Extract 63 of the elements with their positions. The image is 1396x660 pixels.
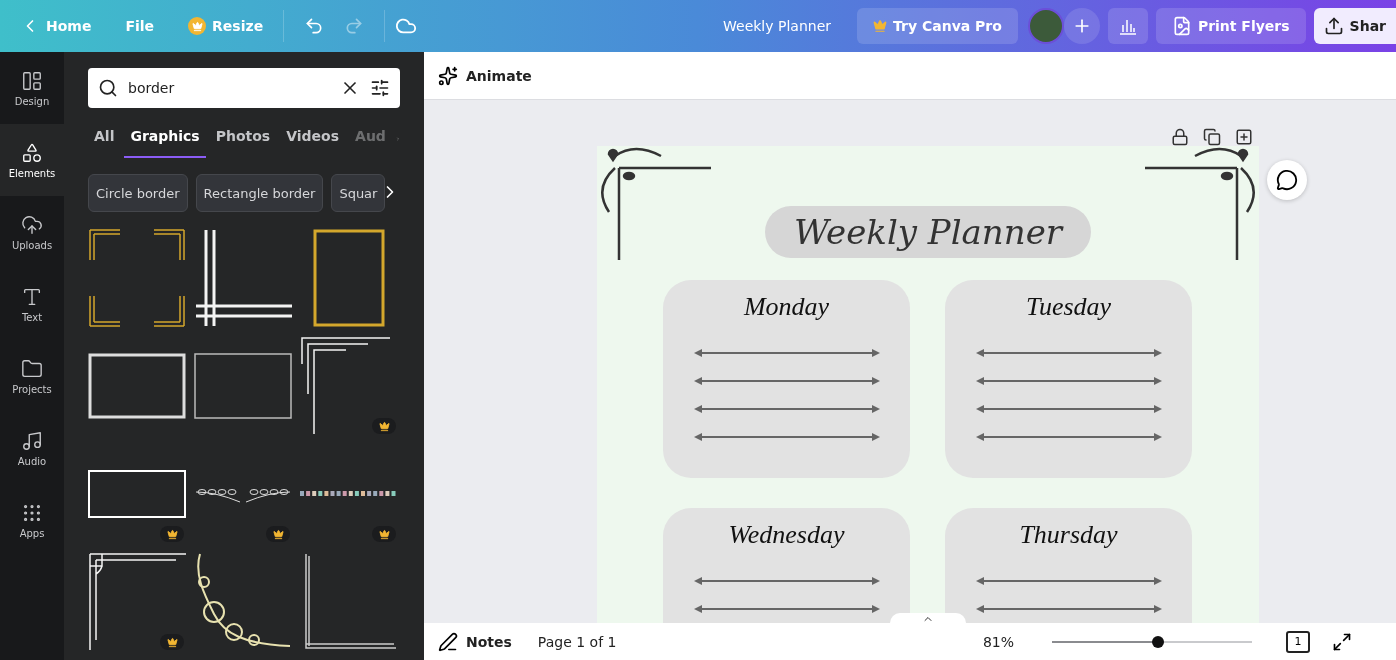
premium-badge: [266, 526, 290, 542]
animate-icon: [438, 65, 458, 86]
sidebar-item[interactable]: Elements: [0, 124, 64, 196]
premium-badge: [160, 634, 184, 650]
sidebar-item[interactable]: Text: [0, 268, 64, 340]
suggestion-chip[interactable]: Squar: [331, 174, 386, 212]
print-flyers-button[interactable]: Print Flyers: [1155, 8, 1306, 44]
zoom-percent[interactable]: 81%: [982, 633, 1014, 650]
folder-icon: [21, 357, 43, 380]
fullscreen-icon[interactable]: [1332, 631, 1352, 652]
double-line-graphic[interactable]: [194, 228, 292, 328]
dotted-divider-graphic[interactable]: [300, 491, 398, 497]
corner-brackets-graphic[interactable]: [88, 228, 186, 328]
animate-button[interactable]: Animate: [466, 67, 532, 84]
zoom-slider[interactable]: [1052, 634, 1252, 649]
notes-icon: [438, 631, 458, 652]
tab[interactable]: Graphics: [124, 120, 206, 158]
search-bar[interactable]: border: [88, 68, 400, 108]
suggestion-chip[interactable]: Circle border: [88, 174, 188, 212]
day-heading: Tuesday: [1025, 292, 1112, 322]
crown-icon: [188, 17, 207, 35]
suggestion-chip[interactable]: Rectangle border: [195, 174, 324, 212]
premium-badge: [160, 526, 184, 542]
add-button[interactable]: [1063, 8, 1100, 44]
day-heading: Monday: [743, 292, 830, 322]
premium-badge: [372, 418, 396, 434]
crown-icon: [873, 19, 888, 33]
planner-title: Weekly Planner: [793, 212, 1063, 252]
redo-icon: [344, 16, 365, 36]
premium-badge: [372, 526, 396, 542]
cloud-upload-icon: [21, 213, 43, 236]
sidebar-item[interactable]: Projects: [0, 340, 64, 412]
search-input[interactable]: border: [128, 80, 330, 96]
day-heading: Wednesday: [728, 520, 845, 550]
sidebar-item[interactable]: Design: [0, 52, 64, 124]
tab[interactable]: Videos: [280, 120, 346, 158]
share-button[interactable]: Shar: [1313, 8, 1396, 44]
layout-icon: [21, 69, 43, 92]
add-comment-button[interactable]: [1267, 160, 1307, 200]
add-page-icon[interactable]: [1235, 128, 1253, 146]
search-icon: [98, 78, 118, 98]
filter-icon: [370, 78, 390, 98]
rectangle-frame-graphic[interactable]: [88, 353, 186, 419]
lock-icon[interactable]: [1171, 128, 1189, 146]
day-heading: Thursday: [1019, 520, 1118, 550]
page-count-button[interactable]: 1: [1286, 630, 1310, 653]
ornate-corner-graphic[interactable]: [88, 552, 186, 652]
slider-thumb[interactable]: [1152, 635, 1164, 648]
duplicate-icon[interactable]: [1203, 128, 1221, 146]
share-icon: [1323, 16, 1344, 36]
sidebar-item[interactable]: Audio: [0, 412, 64, 484]
page-indicator: Page 1 of 1: [537, 633, 617, 650]
sidebar-item[interactable]: Apps: [0, 484, 64, 556]
tab[interactable]: Photos: [209, 120, 277, 158]
comment-icon: [1276, 169, 1298, 191]
tab[interactable]: All: [88, 120, 121, 158]
notes-button[interactable]: Notes: [466, 633, 512, 650]
rectangle-frame-graphic[interactable]: [313, 229, 385, 327]
music-note-icon: [21, 429, 43, 452]
insights-button[interactable]: [1107, 8, 1148, 44]
shapes-icon: [21, 141, 43, 164]
sidebar-item[interactable]: Uploads: [0, 196, 64, 268]
document-title[interactable]: Weekly Planner: [723, 18, 832, 34]
